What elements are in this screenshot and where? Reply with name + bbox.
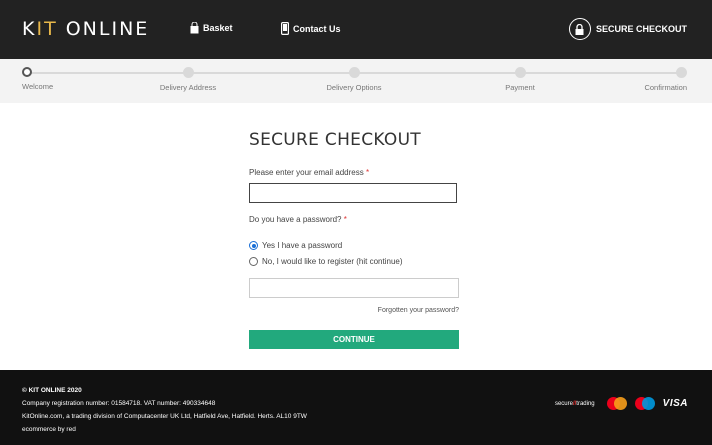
forgot-password-link[interactable]: Forgotten your password?	[378, 307, 459, 314]
securetrading-logo: secure//trading	[554, 400, 595, 407]
step-delivery-options: Delivery Options	[304, 67, 404, 92]
copyright-text: © KIT ONLINE 2020	[22, 387, 82, 394]
securetrading-secure: secure	[554, 400, 573, 407]
radio-label-no: No, I would like to register (hit contin…	[262, 257, 403, 266]
payment-logos: secure//trading VISA	[555, 397, 688, 410]
step-payment: Payment	[470, 67, 570, 92]
kit-online-logo[interactable]: KIT ONLINE	[22, 18, 149, 40]
logo-prefix: K	[22, 18, 37, 40]
password-question-text: Do you have a password?	[249, 215, 342, 224]
basket-label: Basket	[203, 23, 233, 33]
footer-info: © KIT ONLINE 2020 Company registration n…	[22, 384, 307, 436]
required-mark: *	[365, 168, 370, 177]
required-mark: *	[343, 215, 347, 224]
continue-button[interactable]: CONTINUE	[249, 330, 459, 349]
step-marker-active	[22, 67, 32, 77]
step-marker	[676, 67, 687, 78]
registration-text: Company registration number: 01584718. V…	[22, 400, 216, 407]
site-header: KIT ONLINE Basket Contact Us SECURE CHEC…	[0, 0, 712, 59]
radio-option-yes[interactable]: Yes I have a password	[249, 241, 342, 250]
powered-by-link[interactable]: ecommerce by red	[22, 423, 307, 436]
securetrading-trading: trading	[576, 400, 595, 407]
basket-link[interactable]: Basket	[190, 22, 233, 34]
radio-label-yes: Yes I have a password	[262, 241, 343, 250]
step-label: Delivery Options	[326, 83, 382, 92]
radio-option-no[interactable]: No, I would like to register (hit contin…	[249, 257, 403, 266]
phone-icon	[281, 22, 289, 35]
step-marker	[514, 67, 526, 78]
step-label: Confirmation	[644, 83, 687, 92]
page-title: SECURE CHECKOUT	[249, 130, 421, 150]
password-field[interactable]	[249, 278, 459, 298]
checkout-form: SECURE CHECKOUT Please enter your email …	[249, 130, 459, 349]
basket-icon	[190, 22, 199, 34]
maestro-icon	[634, 397, 655, 410]
step-label: Payment	[505, 83, 535, 92]
radio-button[interactable]	[249, 257, 258, 266]
step-marker	[348, 67, 360, 78]
step-label: Delivery Address	[159, 83, 217, 92]
radio-button-checked[interactable]	[249, 241, 258, 250]
lock-icon	[568, 18, 591, 40]
mastercard-icon	[606, 397, 627, 410]
secure-checkout-label: SECURE CHECKOUT	[595, 24, 687, 34]
step-delivery-address: Delivery Address	[138, 67, 238, 92]
step-confirmation: Confirmation	[644, 67, 687, 92]
step-welcome: Welcome	[22, 67, 53, 91]
division-text: KitOnline.com, a trading division of Com…	[22, 413, 307, 420]
logo-suffix: ONLINE	[57, 18, 150, 40]
password-question: Do you have a password? *	[249, 215, 347, 224]
contact-us-link[interactable]: Contact Us	[281, 22, 341, 35]
visa-logo: VISA	[662, 398, 688, 409]
email-label-text: Please enter your email address	[249, 168, 364, 177]
email-field[interactable]	[249, 183, 457, 203]
contact-label: Contact Us	[293, 23, 341, 34]
logo-accent: IT	[36, 18, 58, 40]
secure-checkout-badge: SECURE CHECKOUT	[568, 18, 687, 40]
email-label: Please enter your email address *	[249, 168, 369, 177]
step-label: Welcome	[22, 82, 54, 91]
site-footer: © KIT ONLINE 2020 Company registration n…	[0, 370, 712, 445]
checkout-progress: Welcome Delivery Address Delivery Option…	[0, 59, 712, 103]
step-marker	[182, 67, 194, 78]
